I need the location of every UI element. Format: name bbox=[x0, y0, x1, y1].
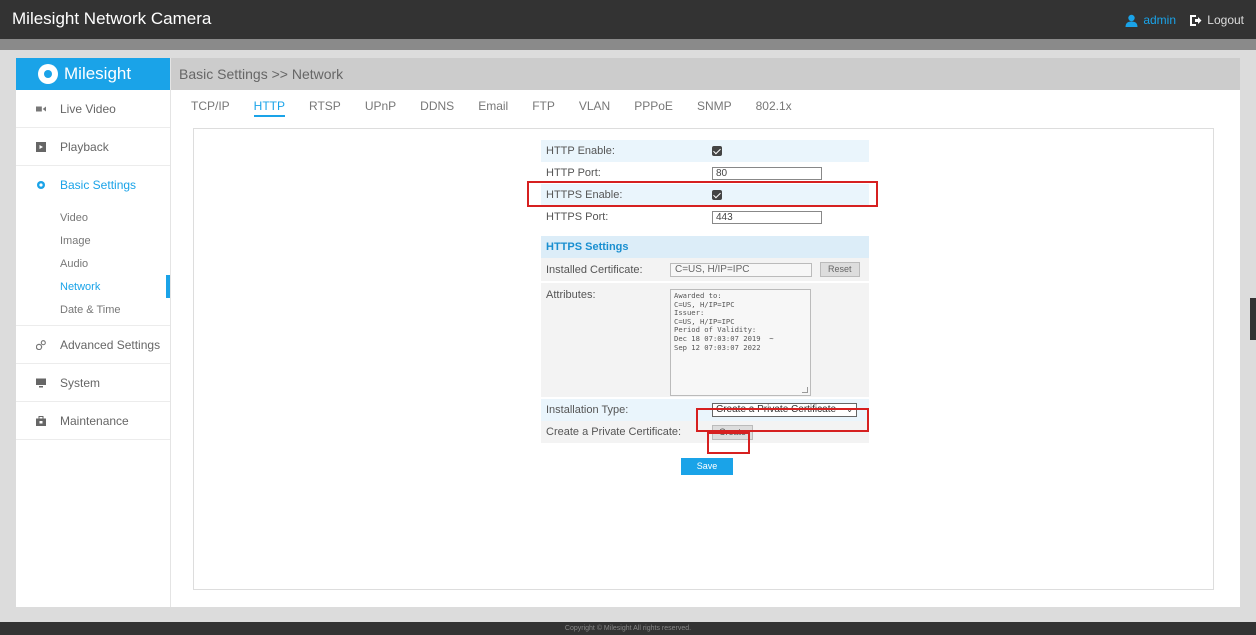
gears-icon bbox=[36, 339, 46, 350]
basic-settings-submenu: Video Image Audio Network Date & Time bbox=[16, 204, 170, 326]
tab-ddns[interactable]: DDNS bbox=[408, 90, 466, 122]
app-title: Milesight Network Camera bbox=[12, 9, 212, 28]
tab-8021x[interactable]: 802.1x bbox=[744, 90, 804, 122]
sidebar-item-label: Basic Settings bbox=[60, 178, 137, 192]
sidebar-item-maintenance[interactable]: Maintenance bbox=[16, 402, 170, 440]
sidebar-item-label: Advanced Settings bbox=[60, 337, 161, 352]
sidebar-item-playback[interactable]: Playback bbox=[16, 128, 170, 166]
http-port-row: HTTP Port: 80 bbox=[541, 162, 869, 184]
user-icon bbox=[1125, 14, 1138, 27]
reset-button[interactable]: Reset bbox=[820, 262, 860, 277]
installed-certificate-field: C=US, H/IP=IPC bbox=[670, 262, 812, 277]
installed-certificate-label: Installed Certificate: bbox=[546, 263, 643, 276]
header-divider bbox=[0, 39, 1256, 50]
playback-icon bbox=[36, 141, 46, 152]
side-handle[interactable] bbox=[1250, 298, 1256, 340]
https-port-input[interactable]: 443 bbox=[712, 210, 822, 224]
sidebar: Milesight Live Video Playback Basic Sett… bbox=[16, 58, 171, 607]
https-enable-label: HTTPS Enable: bbox=[546, 189, 623, 201]
logout-icon bbox=[1190, 14, 1202, 26]
https-port-label: HTTPS Port: bbox=[546, 211, 609, 223]
installed-certificate-row: Installed Certificate: C=US, H/IP=IPC Re… bbox=[541, 258, 869, 283]
create-certificate-row: Create a Private Certificate: Create bbox=[541, 421, 869, 443]
http-port-input[interactable]: 80 bbox=[712, 166, 822, 180]
tab-upnp[interactable]: UPnP bbox=[353, 90, 408, 122]
http-form: HTTP Enable: HTTP Port: 80 HTTPS Enable:… bbox=[541, 140, 869, 475]
create-certificate-label: Create a Private Certificate: bbox=[546, 426, 682, 438]
http-enable-row: HTTP Enable: bbox=[541, 140, 869, 162]
logout-button[interactable]: Logout bbox=[1189, 13, 1244, 27]
logo-text: Milesight bbox=[64, 64, 132, 83]
logo: Milesight bbox=[16, 58, 170, 90]
user-menu[interactable]: admin bbox=[1125, 13, 1176, 27]
content-area: Basic Settings >> Network TCP/IP HTTP RT… bbox=[171, 58, 1240, 607]
video-camera-icon bbox=[36, 106, 46, 111]
installation-type-value: Create a Private Certificate bbox=[716, 404, 837, 415]
attributes-textarea[interactable]: Awarded to: C=US, H/IP=IPC Issuer: C=US,… bbox=[670, 289, 811, 396]
save-button[interactable]: Save bbox=[681, 458, 733, 475]
sidebar-item-live-video[interactable]: Live Video bbox=[16, 90, 170, 128]
sidebar-item-label: Maintenance bbox=[60, 413, 129, 428]
http-enable-checkbox[interactable] bbox=[712, 146, 722, 156]
network-tabs: TCP/IP HTTP RTSP UPnP DDNS Email FTP VLA… bbox=[171, 90, 1240, 122]
tab-pppoe[interactable]: PPPoE bbox=[622, 90, 685, 122]
tab-http[interactable]: HTTP bbox=[242, 90, 297, 122]
tab-email[interactable]: Email bbox=[466, 90, 520, 122]
https-settings-header: HTTPS Settings bbox=[541, 236, 869, 258]
resize-grip-icon[interactable] bbox=[802, 387, 808, 393]
attributes-row: Attributes: Awarded to: C=US, H/IP=IPC I… bbox=[541, 283, 869, 399]
sidebar-item-system[interactable]: System bbox=[16, 364, 170, 402]
toolbox-icon bbox=[36, 415, 46, 426]
gear-icon bbox=[37, 181, 45, 189]
sidebar-item-label: Playback bbox=[60, 139, 109, 154]
tab-snmp[interactable]: SNMP bbox=[685, 90, 744, 122]
installation-type-label: Installation Type: bbox=[546, 404, 629, 416]
installation-type-select[interactable]: Create a Private Certificate ⌄ bbox=[712, 403, 857, 417]
sidebar-subitem-audio[interactable]: Audio bbox=[16, 252, 170, 275]
tab-rtsp[interactable]: RTSP bbox=[297, 90, 353, 122]
https-port-row: HTTPS Port: 443 bbox=[541, 206, 869, 228]
sidebar-subitem-image[interactable]: Image bbox=[16, 229, 170, 252]
http-port-label: HTTP Port: bbox=[546, 167, 601, 179]
sidebar-subitem-video[interactable]: Video bbox=[16, 206, 170, 229]
breadcrumb: Basic Settings >> Network bbox=[171, 58, 1240, 90]
create-button[interactable]: Create bbox=[712, 424, 754, 440]
username: admin bbox=[1143, 13, 1176, 27]
monitor-icon bbox=[36, 378, 46, 387]
installation-type-row: Installation Type: Create a Private Cert… bbox=[541, 399, 869, 421]
sidebar-item-advanced-settings[interactable]: Advanced Settings bbox=[16, 326, 170, 364]
attributes-label: Attributes: bbox=[546, 289, 596, 301]
milesight-logo-icon bbox=[38, 64, 58, 84]
chevron-down-icon: ⌄ bbox=[846, 405, 853, 414]
footer: Copyright © Milesight All rights reserve… bbox=[0, 622, 1256, 635]
tab-tcpip[interactable]: TCP/IP bbox=[179, 90, 242, 122]
sidebar-subitem-date-time[interactable]: Date & Time bbox=[16, 298, 170, 321]
save-area: Save bbox=[541, 458, 869, 475]
sidebar-item-label: System bbox=[60, 375, 101, 390]
tab-ftp[interactable]: FTP bbox=[520, 90, 567, 122]
top-bar: Milesight Network Camera admin Logout bbox=[0, 0, 1256, 39]
logout-label: Logout bbox=[1207, 13, 1244, 27]
main-frame: Milesight Live Video Playback Basic Sett… bbox=[16, 58, 1240, 607]
tab-vlan[interactable]: VLAN bbox=[567, 90, 622, 122]
http-settings-panel: HTTP Enable: HTTP Port: 80 HTTPS Enable:… bbox=[193, 128, 1214, 590]
sidebar-item-basic-settings[interactable]: Basic Settings bbox=[16, 166, 170, 204]
https-enable-row: HTTPS Enable: bbox=[541, 184, 869, 206]
sidebar-item-label: Live Video bbox=[60, 101, 116, 116]
sidebar-subitem-network[interactable]: Network bbox=[16, 275, 170, 298]
https-enable-checkbox[interactable] bbox=[712, 190, 722, 200]
http-enable-label: HTTP Enable: bbox=[546, 145, 615, 157]
attributes-text: Awarded to: C=US, H/IP=IPC Issuer: C=US,… bbox=[674, 291, 774, 352]
